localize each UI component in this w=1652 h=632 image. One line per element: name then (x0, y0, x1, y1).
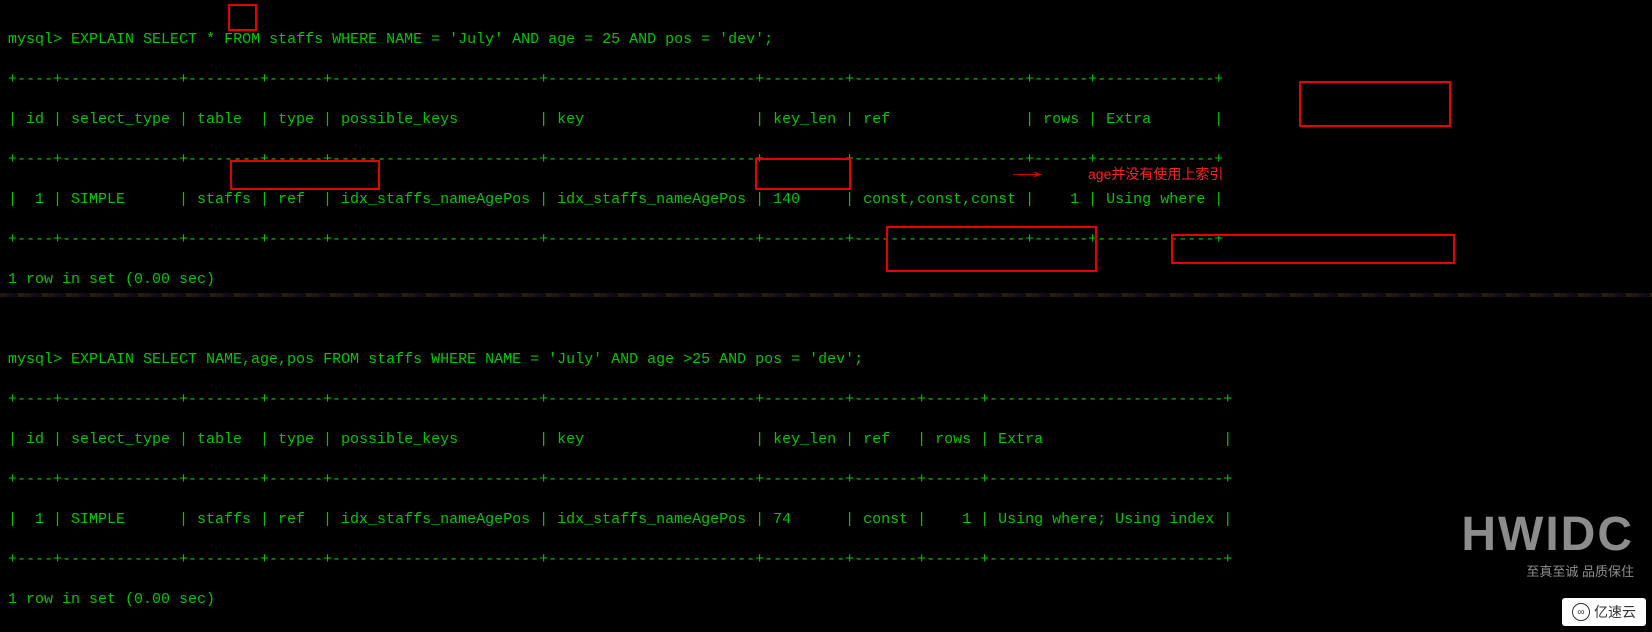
table2-header: | id | select_type | table | type | poss… (8, 430, 1644, 450)
mysql-prompt: mysql> (8, 31, 71, 48)
query2-line: mysql> EXPLAIN SELECT NAME,age,pos FROM … (8, 350, 1644, 370)
table2-row: | 1 | SIMPLE | staffs | ref | idx_staffs… (8, 510, 1644, 530)
annotation-text: age并没有使用上索引 (1088, 164, 1223, 184)
select-star: * (206, 31, 215, 48)
table1-sep: +----+-------------+--------+------+----… (8, 150, 1644, 170)
table1-sep: +----+-------------+--------+------+----… (8, 230, 1644, 250)
select-columns: NAME,age,pos (206, 351, 314, 368)
mysql-prompt: mysql> (8, 351, 71, 368)
terminal-output: mysql> EXPLAIN SELECT * FROM staffs WHER… (0, 0, 1652, 632)
table2-sep: +----+-------------+--------+------+----… (8, 470, 1644, 490)
table1-sep: +----+-------------+--------+------+----… (8, 70, 1644, 90)
table1-header: | id | select_type | table | type | poss… (8, 110, 1644, 130)
query1-line: mysql> EXPLAIN SELECT * FROM staffs WHER… (8, 30, 1644, 50)
table1-footer: 1 row in set (0.00 sec) (8, 270, 1644, 290)
age-condition: age >25 (647, 351, 710, 368)
table2-sep: +----+-------------+--------+------+----… (8, 390, 1644, 410)
arrow-icon: → (1013, 160, 1042, 185)
table1-row: | 1 | SIMPLE | staffs | ref | idx_staffs… (8, 190, 1644, 210)
table2-footer: 1 row in set (0.00 sec) (8, 590, 1644, 610)
table2-sep: +----+-------------+--------+------+----… (8, 550, 1644, 570)
